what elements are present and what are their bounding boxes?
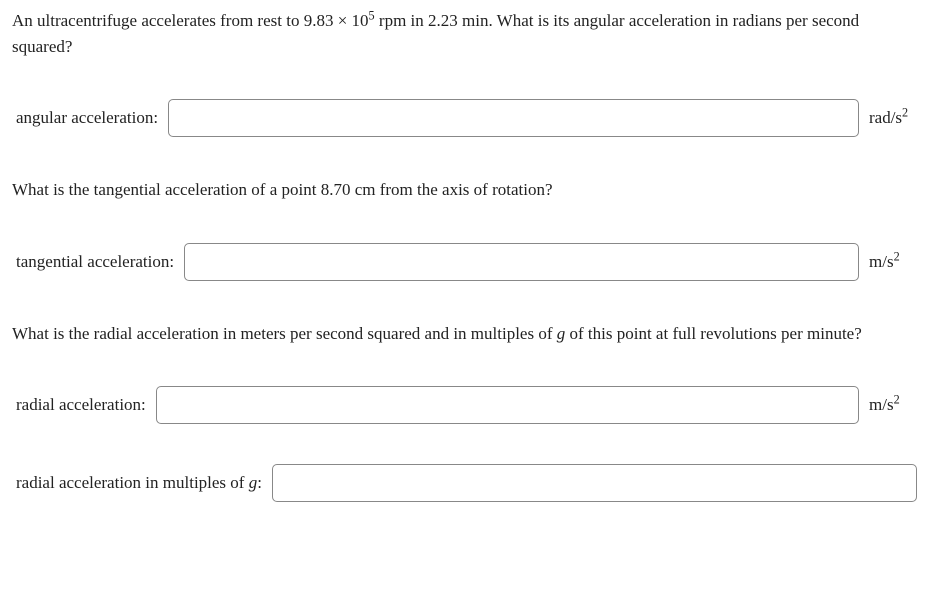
answer-4-row: radial acceleration in multiples of g: [12,464,917,502]
answer-4-label: radial acceleration in multiples of g: [16,473,262,493]
radial-acceleration-input[interactable] [156,386,859,424]
question-3-text: What is the radial acceleration in meter… [12,321,917,347]
answer-1-unit-prefix: rad/s [869,108,902,127]
question-2-text: What is the tangential acceleration of a… [12,177,917,203]
answer-1-label: angular acceleration: [16,108,158,128]
answer-4-label-g: g [249,473,258,492]
answer-3-label: radial acceleration: [16,395,146,415]
answer-3-unit-prefix: m/s [869,395,894,414]
answer-1-unit: rad/s2 [869,108,917,128]
question-1-prefix: An ultracentrifuge accelerates from rest… [12,11,369,30]
tangential-acceleration-input[interactable] [184,243,859,281]
answer-2-unit: m/s2 [869,252,917,272]
answer-3-row: radial acceleration: m/s2 [12,386,917,424]
angular-acceleration-input[interactable] [168,99,859,137]
answer-1-unit-exp: 2 [902,105,908,119]
radial-acceleration-g-input[interactable] [272,464,917,502]
answer-4-label-suffix: : [257,473,262,492]
question-3-g: g [557,324,566,343]
answer-2-row: tangential acceleration: m/s2 [12,243,917,281]
answer-2-unit-prefix: m/s [869,252,894,271]
answer-3-unit: m/s2 [869,395,917,415]
answer-2-label: tangential acceleration: [16,252,174,272]
answer-1-row: angular acceleration: rad/s2 [12,99,917,137]
answer-4-label-prefix: radial acceleration in multiples of [16,473,249,492]
question-1-text: An ultracentrifuge accelerates from rest… [12,8,917,59]
answer-3-unit-exp: 2 [894,392,900,406]
question-3-prefix: What is the radial acceleration in meter… [12,324,557,343]
answer-2-unit-exp: 2 [894,249,900,263]
question-3-suffix: of this point at full revolutions per mi… [565,324,862,343]
